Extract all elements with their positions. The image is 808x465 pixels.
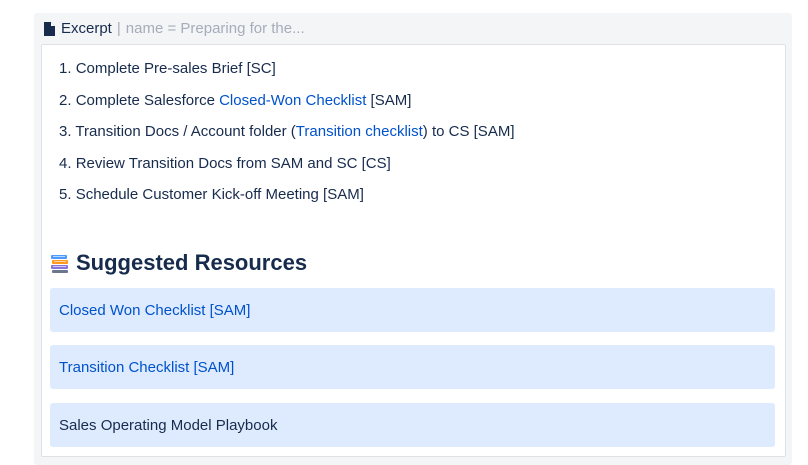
excerpt-separator: |: [116, 20, 121, 37]
excerpt-body: 1. Complete Pre-sales Brief [SC] 2. Comp…: [41, 44, 786, 457]
list-item: 4. Review Transition Docs from SAM and S…: [59, 154, 514, 186]
suggested-resources-heading: Suggested Resources: [50, 250, 307, 276]
excerpt-macro-header[interactable]: Excerpt | name = Preparing for the...: [34, 13, 792, 44]
step-text-suffix: ) to CS [SAM]: [422, 123, 515, 140]
step-text: Transition Docs / Account folder (: [75, 123, 296, 140]
excerpt-macro: Excerpt | name = Preparing for the... 1.…: [34, 13, 792, 465]
list-item: 3. Transition Docs / Account folder (Tra…: [59, 122, 514, 154]
list-item: 5. Schedule Customer Kick-off Meeting [S…: [59, 185, 514, 217]
list-item: 2. Complete Salesforce Closed-Won Checkl…: [59, 91, 514, 123]
document-icon: [44, 21, 55, 36]
section-heading-text: Suggested Resources: [76, 250, 308, 275]
step-text: Complete Pre-sales Brief [SC]: [75, 60, 276, 77]
step-number: 3.: [59, 123, 72, 140]
resource-link[interactable]: Transition Checklist [SAM]: [59, 359, 234, 376]
excerpt-name-param: name = Preparing for the...: [125, 20, 305, 37]
step-number: 4.: [59, 154, 72, 172]
resource-card-transition-checklist[interactable]: Transition Checklist [SAM]: [50, 345, 775, 389]
step-number: 5.: [59, 186, 72, 203]
step-text: Complete Salesforce: [75, 91, 220, 109]
excerpt-title: Excerpt: [61, 20, 112, 37]
closed-won-checklist-link[interactable]: Closed-Won Checklist: [219, 92, 366, 109]
list-item: 1. Complete Pre-sales Brief [SC]: [59, 59, 514, 91]
step-number: 1.: [59, 60, 72, 77]
resource-label: Sales Operating Model Playbook: [59, 416, 278, 434]
step-number: 2.: [59, 91, 72, 109]
step-text-suffix: [SAM]: [366, 91, 412, 109]
resource-card-closed-won-checklist[interactable]: Closed Won Checklist [SAM]: [50, 288, 775, 332]
books-icon: [51, 255, 68, 273]
resource-card-sales-operating-model-playbook[interactable]: Sales Operating Model Playbook: [50, 403, 775, 447]
step-text: Schedule Customer Kick-off Meeting [SAM]: [75, 186, 364, 203]
transition-checklist-link[interactable]: Transition checklist: [296, 123, 423, 140]
resource-link[interactable]: Closed Won Checklist [SAM]: [59, 302, 250, 319]
steps-list: 1. Complete Pre-sales Brief [SC] 2. Comp…: [59, 59, 514, 217]
step-text: Review Transition Docs from SAM and SC […: [75, 154, 391, 172]
